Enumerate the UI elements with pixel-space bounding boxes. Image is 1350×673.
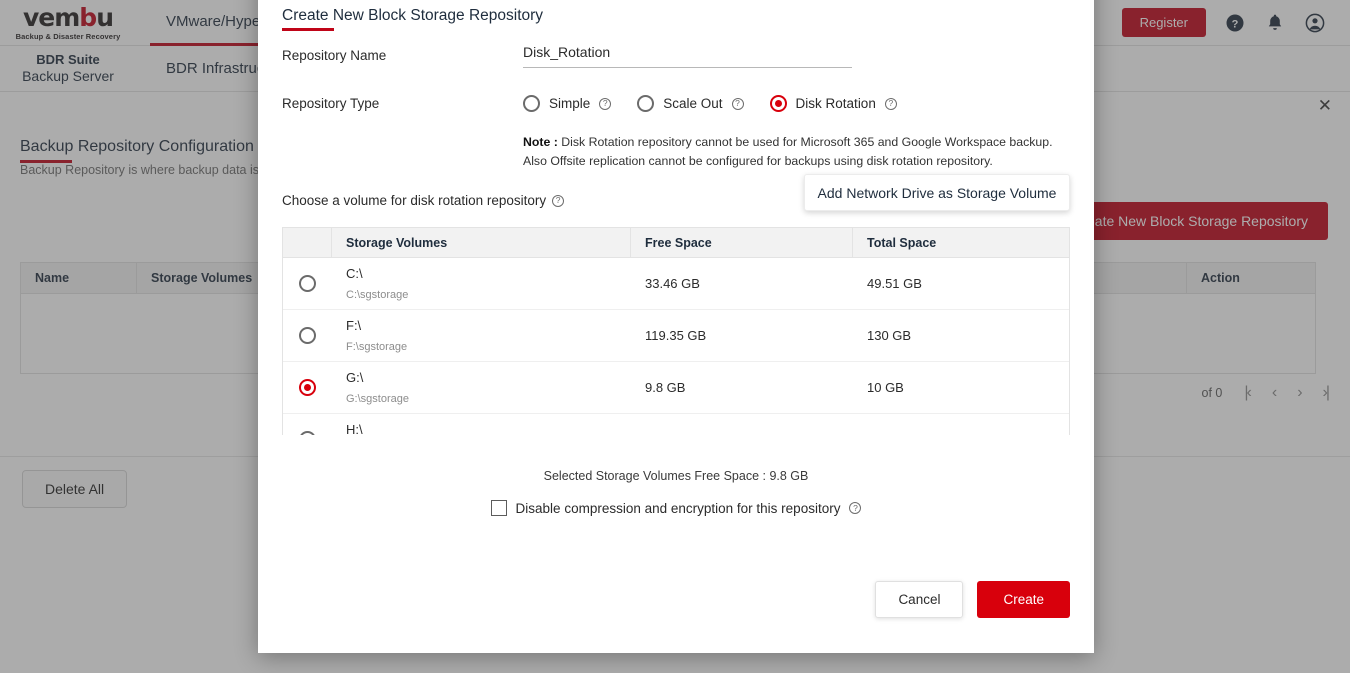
- volume-path: C:\sgstorage: [346, 289, 408, 301]
- radio-label-scale-out: Scale Out: [663, 96, 722, 111]
- row-select-cell[interactable]: [283, 275, 332, 292]
- note-prefix: Note :: [523, 135, 558, 149]
- dialog-title-underline: [282, 28, 334, 31]
- table-row[interactable]: H:\ H:\sgstorage 9.96 GB 10 GB: [283, 414, 1069, 435]
- app-root: vembu Backup & Disaster Recovery VMware/…: [0, 0, 1350, 673]
- radio-option-disk-rotation[interactable]: Disk Rotation ?: [770, 95, 897, 112]
- free-space-cell: 9.96 GB: [631, 432, 853, 435]
- volume-cell: H:\ H:\sgstorage: [332, 422, 631, 435]
- help-icon-disk-rotation[interactable]: ?: [885, 98, 897, 110]
- free-space-cell: 9.8 GB: [631, 380, 853, 395]
- total-space-cell: 130 GB: [853, 328, 1069, 343]
- table-row[interactable]: C:\ C:\sgstorage 33.46 GB 49.51 GB: [283, 258, 1069, 310]
- column-header-free-space: Free Space: [631, 228, 853, 257]
- repository-type-label: Repository Type: [282, 96, 379, 111]
- radio-icon-volume[interactable]: [299, 327, 316, 344]
- column-header-storage-volumes: Storage Volumes: [332, 228, 631, 257]
- volume-cell: F:\ F:\sgstorage: [332, 318, 631, 352]
- volume-path: G:\sgstorage: [346, 393, 409, 405]
- help-icon-disable-compression[interactable]: ?: [849, 502, 861, 514]
- add-network-drive-button[interactable]: Add Network Drive as Storage Volume: [804, 174, 1070, 211]
- choose-volume-label: Choose a volume for disk rotation reposi…: [282, 193, 546, 208]
- repository-type-radio-group: Simple ? Scale Out ? Disk Rotation ?: [523, 95, 897, 112]
- dialog-title: Create New Block Storage Repository: [282, 7, 543, 25]
- column-header-select: [283, 228, 332, 257]
- help-icon-choose-volume[interactable]: ?: [552, 195, 564, 207]
- total-space-cell: 10 GB: [853, 380, 1069, 395]
- note-text: Disk Rotation repository cannot be used …: [523, 135, 1053, 168]
- storage-volumes-table-header: Storage Volumes Free Space Total Space: [282, 227, 1070, 258]
- cancel-button[interactable]: Cancel: [875, 581, 963, 618]
- column-header-total-space: Total Space: [853, 228, 1069, 257]
- selected-free-space-text: Selected Storage Volumes Free Space : 9.…: [258, 469, 1094, 483]
- repository-name-input[interactable]: [523, 44, 852, 68]
- radio-icon-volume[interactable]: [299, 379, 316, 396]
- radio-label-simple: Simple: [549, 96, 590, 111]
- disk-rotation-note: Note : Disk Rotation repository cannot b…: [523, 133, 1075, 170]
- volume-cell: G:\ G:\sgstorage: [332, 370, 631, 404]
- volume-name: F:\: [346, 318, 361, 334]
- radio-option-simple[interactable]: Simple ?: [523, 95, 611, 112]
- radio-option-scale-out[interactable]: Scale Out ?: [637, 95, 743, 112]
- create-block-storage-repository-dialog: Create New Block Storage Repository Repo…: [258, 0, 1094, 653]
- radio-icon-simple: [523, 95, 540, 112]
- disable-compression-checkbox[interactable]: [491, 500, 507, 516]
- choose-volume-label-wrap: Choose a volume for disk rotation reposi…: [282, 193, 564, 208]
- total-space-cell: 10 GB: [853, 432, 1069, 435]
- disable-compression-row: Disable compression and encryption for t…: [282, 500, 1070, 516]
- create-button[interactable]: Create: [977, 581, 1070, 618]
- disable-compression-label: Disable compression and encryption for t…: [516, 501, 841, 516]
- dialog-actions: Cancel Create: [875, 581, 1070, 618]
- table-row[interactable]: F:\ F:\sgstorage 119.35 GB 130 GB: [283, 310, 1069, 362]
- radio-icon-scale-out: [637, 95, 654, 112]
- total-space-cell: 49.51 GB: [853, 276, 1069, 291]
- help-icon-scale-out[interactable]: ?: [732, 98, 744, 110]
- storage-volumes-table: Storage Volumes Free Space Total Space C…: [282, 227, 1070, 435]
- radio-icon-disk-rotation: [770, 95, 787, 112]
- volume-cell: C:\ C:\sgstorage: [332, 266, 631, 300]
- volume-path: F:\sgstorage: [346, 341, 407, 353]
- row-select-cell[interactable]: [283, 327, 332, 344]
- volume-name: C:\: [346, 266, 363, 282]
- help-icon-simple[interactable]: ?: [599, 98, 611, 110]
- table-row[interactable]: G:\ G:\sgstorage 9.8 GB 10 GB: [283, 362, 1069, 414]
- volume-name: G:\: [346, 370, 363, 386]
- free-space-cell: 33.46 GB: [631, 276, 853, 291]
- repository-name-label: Repository Name: [282, 48, 386, 63]
- row-select-cell[interactable]: [283, 379, 332, 396]
- storage-volumes-table-body[interactable]: C:\ C:\sgstorage 33.46 GB 49.51 GB F:\ F…: [282, 258, 1070, 435]
- row-select-cell[interactable]: [283, 431, 332, 435]
- radio-icon-volume[interactable]: [299, 275, 316, 292]
- volume-name: H:\: [346, 422, 363, 435]
- radio-label-disk-rotation: Disk Rotation: [796, 96, 876, 111]
- free-space-cell: 119.35 GB: [631, 328, 853, 343]
- radio-icon-volume[interactable]: [299, 431, 316, 435]
